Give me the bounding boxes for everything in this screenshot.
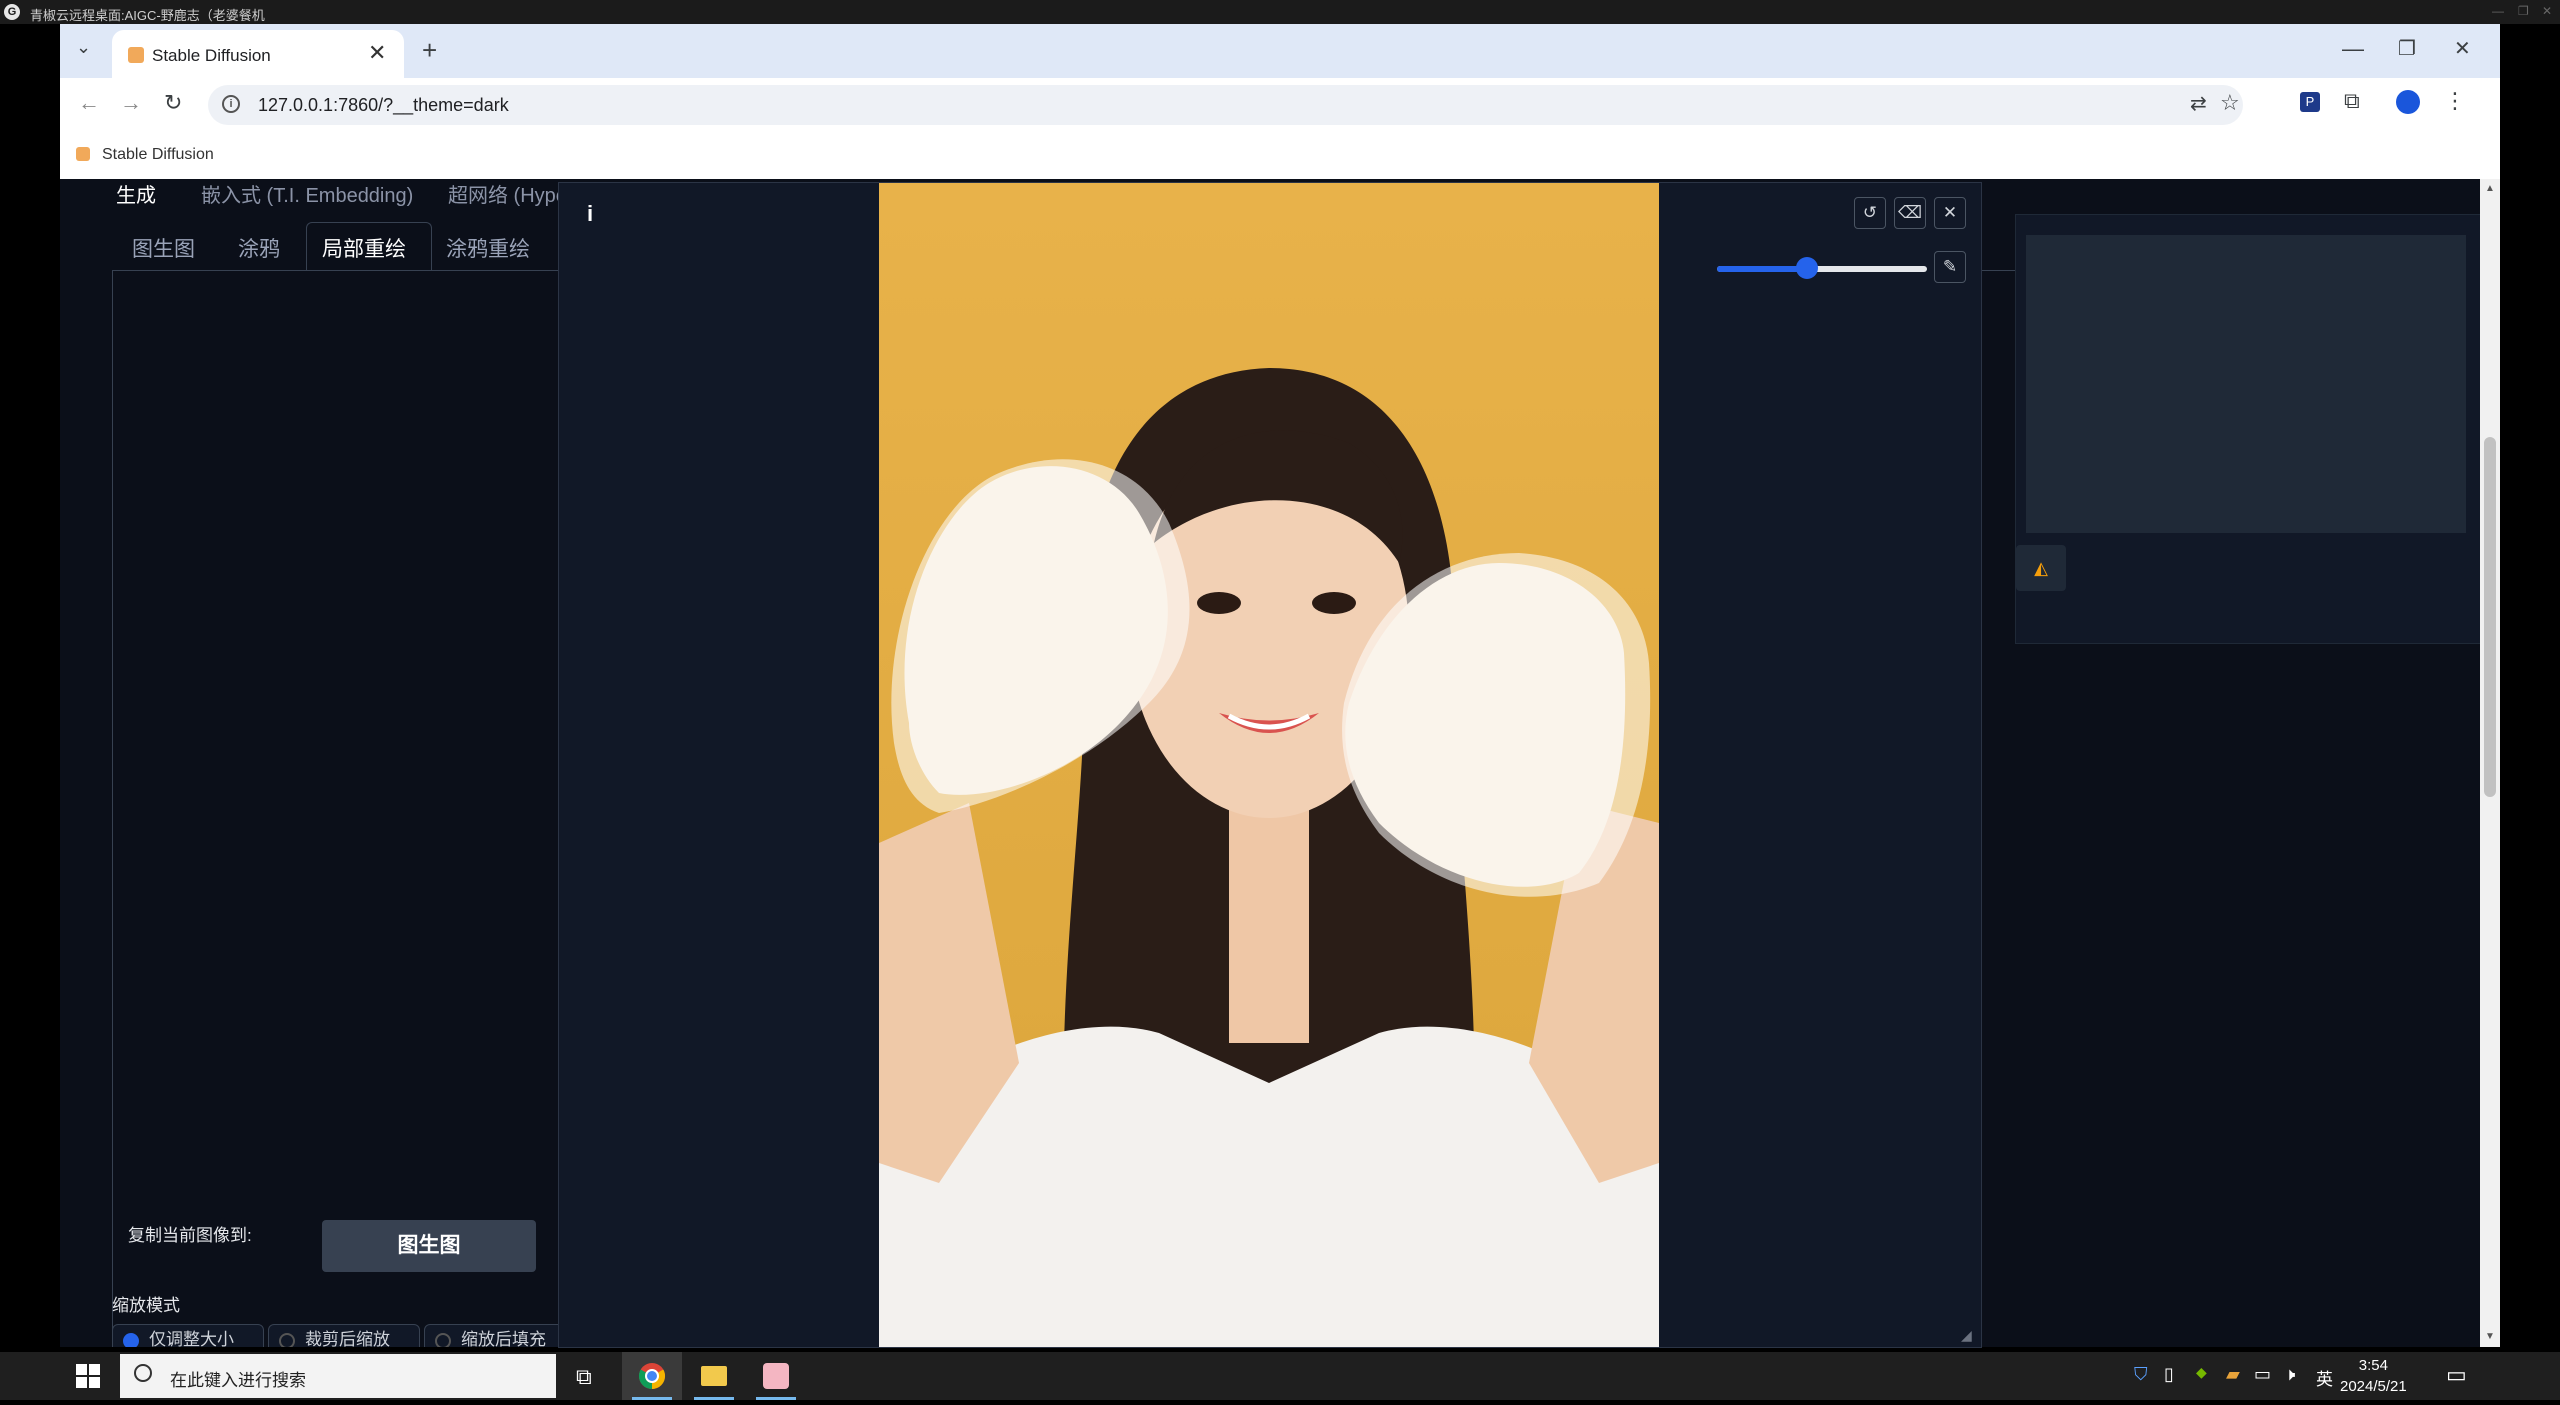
tab-strip: ⌄ Stable Diffusion ✕ + — ❐ ✕ — [60, 24, 2500, 78]
prompt-textarea[interactable] — [2026, 235, 2466, 533]
resize-option-resize-fill[interactable]: 缩放后填充 — [424, 1324, 576, 1347]
inpaint-image[interactable] — [879, 183, 1659, 1347]
clock-time: 3:54 — [2358, 1357, 2388, 1374]
tab-img2img[interactable]: 图生图 — [132, 233, 195, 263]
tab-close-icon[interactable]: ✕ — [368, 40, 386, 66]
resize-handle-icon[interactable]: ◢ — [1961, 1327, 1972, 1344]
chrome-icon — [638, 1363, 666, 1390]
tab-inpaint[interactable]: 局部重绘 — [322, 233, 406, 263]
windows-logo-icon — [76, 1364, 87, 1375]
scrollbar-thumb[interactable] — [2484, 437, 2496, 797]
scroll-down-icon[interactable]: ▼ — [2485, 1331, 2495, 1342]
page-scrollbar[interactable]: ▲ ▼ — [2480, 179, 2500, 1347]
ime-indicator[interactable]: 英 — [2316, 1365, 2333, 1390]
window-minimize-icon[interactable]: — — [2342, 36, 2364, 62]
back-icon[interactable]: ← — [78, 90, 100, 116]
inpaint-canvas[interactable] — [879, 183, 1659, 1347]
extension-p-icon[interactable]: P — [2300, 92, 2320, 112]
radio-icon — [279, 1333, 295, 1347]
resize-option-crop-resize[interactable]: 裁剪后缩放 — [268, 1324, 420, 1347]
scroll-up-icon[interactable]: ▲ — [2485, 183, 2495, 194]
forward-icon[interactable]: → — [120, 90, 142, 116]
volume-icon[interactable]: 🕨 — [2284, 1364, 2295, 1385]
folder-icon — [701, 1366, 727, 1386]
copy-to-img2img-button[interactable]: 图生图 — [322, 1220, 536, 1272]
tab-embedding[interactable]: 嵌入式 (T.I. Embedding) — [201, 179, 413, 208]
translate-icon[interactable]: ⇄ — [2190, 91, 2207, 116]
taskbar-search[interactable]: 在此键入进行搜索 — [120, 1354, 556, 1398]
address-bar[interactable]: i 127.0.0.1:7860/?__theme=dark ⇄ ☆ — [208, 85, 2243, 125]
slider-fill — [1717, 266, 1808, 272]
file-explorer-app[interactable] — [684, 1352, 744, 1400]
browser-toolbar: ← → ↻ i 127.0.0.1:7860/?__theme=dark ⇄ ☆… — [60, 78, 2500, 132]
window-close-icon[interactable]: ✕ — [2454, 36, 2471, 61]
browser-window: ⌄ Stable Diffusion ✕ + — ❐ ✕ ← → ↻ i 127… — [60, 24, 2500, 180]
nvidia-icon[interactable]: ◆ — [2196, 1364, 2207, 1381]
tab-generate[interactable]: 生成 — [116, 179, 156, 208]
info-icon[interactable]: i — [587, 201, 593, 227]
resize-option-label: 裁剪后缩放 — [305, 1330, 390, 1347]
tab-hypernetwork[interactable]: 超网络 (Hype — [448, 179, 567, 208]
ruler-tool-icon[interactable]: ◭ — [2016, 545, 2066, 591]
prompt-panel: ◭ — [2015, 214, 2487, 644]
resize-option-label: 仅调整大小 — [149, 1330, 234, 1347]
remote-desktop-bar: G 青椒云远程桌面:AIGC-野鹿志（老婆餐机 — ❐ ✕ — [0, 0, 2560, 24]
search-placeholder: 在此键入进行搜索 — [170, 1371, 306, 1390]
usb-icon[interactable]: ▯ — [2164, 1364, 2174, 1385]
slider-handle[interactable] — [1796, 257, 1819, 279]
launcher-icon — [763, 1363, 789, 1389]
bookmark-favicon-icon — [76, 147, 90, 161]
extensions-icon[interactable]: ⧉ — [2344, 88, 2360, 114]
network-icon[interactable]: ▭ — [2254, 1364, 2271, 1385]
app-tray-icon[interactable]: ▰ — [2226, 1364, 2240, 1385]
bookmark-stable-diffusion[interactable]: Stable Diffusion — [102, 146, 214, 164]
rd-minimize-icon[interactable]: — — [2492, 4, 2504, 18]
site-info-icon[interactable]: i — [222, 95, 240, 113]
search-icon — [134, 1364, 152, 1382]
chrome-app[interactable] — [622, 1352, 682, 1400]
tab-sketch[interactable]: 涂鸦 — [238, 233, 280, 263]
taskbar: 在此键入进行搜索 ⧉ ⛉ ▯ ◆ ▰ ▭ 🕨 英 3:54 2024/5/21 … — [0, 1352, 2560, 1400]
url-text[interactable]: 127.0.0.1:7860/?__theme=dark — [258, 95, 509, 116]
resize-mode-label: 缩放模式 — [112, 1296, 180, 1315]
resize-option-just-resize[interactable]: 仅调整大小 — [112, 1324, 264, 1347]
tab-favicon-icon — [128, 47, 144, 63]
security-icon[interactable]: ⛉ — [2134, 1364, 2148, 1385]
reload-icon[interactable]: ↻ — [164, 90, 182, 116]
undo-icon[interactable]: ↺ — [1854, 197, 1886, 229]
close-icon[interactable]: ✕ — [1934, 197, 1966, 229]
task-view-icon[interactable]: ⧉ — [576, 1364, 592, 1390]
notifications-icon[interactable]: ▭ — [2446, 1362, 2467, 1388]
copy-to-label: 复制当前图像到: — [128, 1226, 252, 1245]
brush-icon[interactable]: ✎ — [1934, 251, 1966, 283]
tab-search-chevron-icon[interactable]: ⌄ — [76, 37, 91, 58]
radio-icon — [435, 1333, 451, 1347]
rd-close-icon[interactable]: ✕ — [2542, 4, 2552, 18]
window-restore-icon[interactable]: ❐ — [2398, 36, 2416, 61]
remote-desktop-title: 青椒云远程桌面:AIGC-野鹿志（老婆餐机 — [30, 8, 265, 23]
clock[interactable]: 3:54 2024/5/21 — [2340, 1355, 2407, 1397]
radio-selected-icon — [123, 1333, 139, 1347]
profile-icon[interactable] — [2396, 90, 2420, 114]
menu-icon[interactable]: ⋮ — [2444, 88, 2466, 114]
new-tab-button[interactable]: + — [422, 35, 437, 66]
tab-inpaint-sketch[interactable]: 涂鸦重绘 — [446, 233, 530, 263]
resize-option-label: 缩放后填充 — [461, 1330, 546, 1347]
bookmarks-bar: Stable Diffusion — [60, 132, 2500, 180]
tab-title: Stable Diffusion — [152, 46, 271, 65]
remote-desktop-logo-icon: G — [4, 4, 20, 20]
clock-date: 2024/5/21 — [2340, 1378, 2407, 1395]
inpaint-editor-modal: i ↺ ⌫ ✕ ✎ ◢ — [558, 182, 1982, 1348]
sd-launcher-app[interactable] — [746, 1352, 806, 1400]
browser-tab[interactable]: Stable Diffusion ✕ — [112, 30, 404, 78]
rd-restore-icon[interactable]: ❐ — [2518, 4, 2529, 18]
start-button[interactable] — [76, 1364, 100, 1388]
star-icon[interactable]: ☆ — [2220, 90, 2240, 116]
eraser-icon[interactable]: ⌫ — [1894, 197, 1926, 229]
brush-size-slider[interactable] — [1717, 257, 1927, 279]
